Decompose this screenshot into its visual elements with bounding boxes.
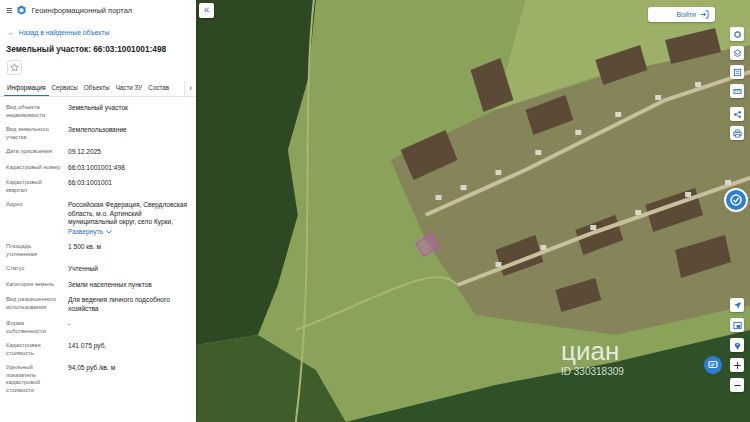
back-arrow-icon: ← <box>8 29 15 36</box>
field-row: Площадь уточненная 1 500 кв. м <box>6 243 190 258</box>
chat-icon <box>707 359 719 371</box>
menu-button[interactable]: ≡ <box>6 5 12 16</box>
field-row: Кадастровый квартал 66:03:1001001 <box>6 179 190 194</box>
field-value: Земельный участок <box>68 104 190 119</box>
star-icon <box>10 63 19 72</box>
field-row: Вид разрешенного использования Для веден… <box>6 296 190 313</box>
field-label: Адрес <box>6 201 62 236</box>
field-row: Вид объекта недвижимости Земельный участ… <box>6 104 190 119</box>
favorite-button[interactable] <box>7 60 22 75</box>
map-frame-icon <box>733 321 742 330</box>
field-row: Кадастровый номер 66:03:1001001:498 <box>6 164 190 173</box>
field-label: Площадь уточненная <box>6 243 62 258</box>
settings-button[interactable] <box>730 27 744 41</box>
tabs-next-button[interactable]: › <box>184 81 196 96</box>
field-value: Земли населенных пунктов <box>68 281 190 290</box>
services-button[interactable] <box>724 188 748 212</box>
login-icon <box>700 10 709 19</box>
portal-title: Геоинформационный портал <box>31 6 132 15</box>
field-value: 66:03:1001001 <box>68 179 190 194</box>
expand-link[interactable]: Развернуть <box>68 228 190 237</box>
field-row: Категория земель Земли населенных пункто… <box>6 281 190 290</box>
map-toolbar <box>730 27 744 140</box>
collapse-panel-button[interactable]: « <box>199 3 214 18</box>
map[interactable]: « Войти циан ID 330318309 <box>196 0 750 422</box>
print-button[interactable] <box>730 126 744 140</box>
field-row: Кадастровая стоимость 141 075 руб. <box>6 342 190 357</box>
app: ≡ Геоинформационный портал ← Назад в най… <box>0 0 750 422</box>
zoom-in-button[interactable] <box>730 358 744 372</box>
layers-button[interactable] <box>730 46 744 60</box>
info-panel: ≡ Геоинформационный портал ← Назад в най… <box>0 0 196 422</box>
field-row: Адрес Российская Федерация, Свердловская… <box>6 201 190 236</box>
header: ≡ Геоинформационный портал <box>0 0 196 20</box>
tab[interactable]: Части ЗУ <box>113 81 146 96</box>
satellite-image <box>196 0 750 422</box>
object-title: Земельный участок: 66:03:1001001:498 <box>0 36 196 54</box>
gear-icon <box>733 30 742 39</box>
field-label: Категория земель <box>6 281 62 290</box>
field-label: Дата присвоения <box>6 148 62 157</box>
field-row: Статус Учтенный <box>6 265 190 274</box>
navigation-arrow-icon <box>733 301 742 310</box>
tab-bar: ИнформацияСервисыОбъектыЧасти ЗУСостав › <box>0 81 196 97</box>
field-value: Российская Федерация, Свердловская облас… <box>68 201 190 236</box>
field-value: 94,05 руб./кв. м <box>68 364 190 394</box>
basemap-button[interactable] <box>730 318 744 332</box>
field-label: Кадастровый квартал <box>6 179 62 194</box>
pin-icon <box>733 341 742 350</box>
watermark: циан ID 330318309 <box>561 338 624 377</box>
field-label: Вид разрешенного использования <box>6 296 62 313</box>
share-button[interactable] <box>730 107 744 121</box>
locate-button[interactable] <box>730 298 744 312</box>
book-icon <box>733 68 742 77</box>
tab[interactable]: Объекты <box>81 81 113 96</box>
navigation-toolbar <box>730 298 744 392</box>
minus-icon <box>733 381 742 390</box>
portal-logo-icon <box>17 5 26 15</box>
plus-icon <box>733 361 742 370</box>
printer-icon <box>733 129 742 138</box>
field-label: Форма собственности <box>6 320 62 335</box>
ruler-icon <box>733 87 742 96</box>
field-row: Дата присвоения 09.12.2025 <box>6 148 190 157</box>
layers-icon <box>733 49 742 58</box>
field-row: Форма собственности - <box>6 320 190 335</box>
field-label: Статус <box>6 265 62 274</box>
chevron-down-icon <box>106 230 112 234</box>
field-value: Землепользование <box>68 126 190 141</box>
field-row: Вид земельного участка Землепользование <box>6 126 190 141</box>
measure-button[interactable] <box>730 84 744 98</box>
back-link[interactable]: ← Назад в найденные объекты <box>0 20 196 36</box>
chat-button[interactable] <box>704 356 722 374</box>
field-value: 141 075 руб. <box>68 342 190 357</box>
share-icon <box>733 110 742 119</box>
field-list: Вид объекта недвижимости Земельный участ… <box>0 97 196 394</box>
field-label: Кадастровый номер <box>6 164 62 173</box>
tab[interactable]: Сервисы <box>49 81 81 96</box>
field-label: Удельный показатель кадастровой стоимост… <box>6 364 62 394</box>
service-icon <box>729 193 743 207</box>
marker-button[interactable] <box>730 338 744 352</box>
tab[interactable]: Состав <box>145 81 172 96</box>
field-label: Вид земельного участка <box>6 126 62 141</box>
field-value: 66:03:1001001:498 <box>68 164 190 173</box>
zoom-out-button[interactable] <box>730 378 744 392</box>
field-value: 09.12.2025 <box>68 148 190 157</box>
field-row: Удельный показатель кадастровой стоимост… <box>6 364 190 394</box>
field-value: Учтенный <box>68 265 190 274</box>
field-value: - <box>68 320 190 335</box>
field-value: 1 500 кв. м <box>68 243 190 258</box>
field-label: Вид объекта недвижимости <box>6 104 62 119</box>
legend-button[interactable] <box>730 65 744 79</box>
tab[interactable]: Информация <box>4 81 49 96</box>
login-button[interactable]: Войти <box>648 7 715 22</box>
field-label: Кадастровая стоимость <box>6 342 62 357</box>
field-value: Для ведения личного подсобного хозяйства <box>68 296 190 313</box>
